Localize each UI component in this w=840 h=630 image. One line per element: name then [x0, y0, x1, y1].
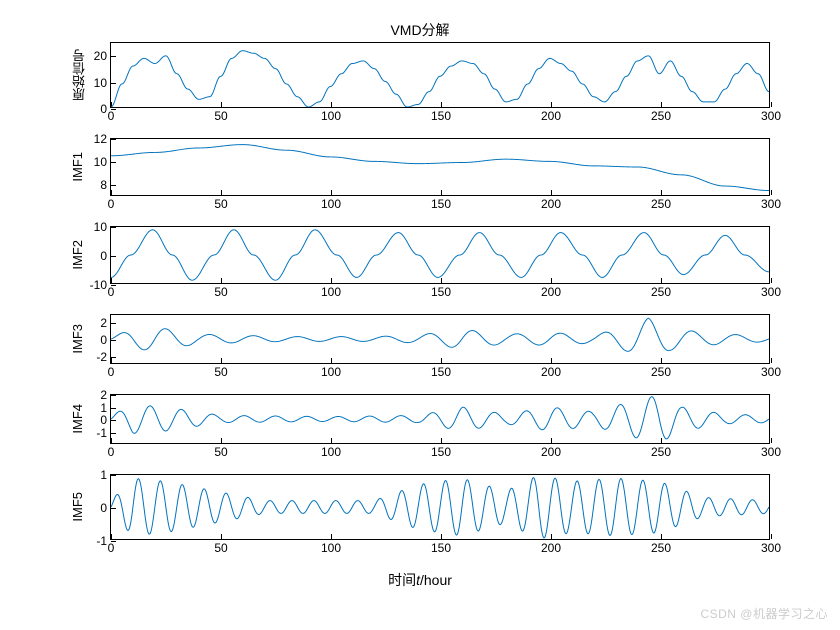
- plot-area: 81012050100150200250300: [110, 138, 770, 196]
- y-tick: 0: [100, 501, 107, 515]
- x-tick: 200: [541, 365, 561, 379]
- x-tick: 200: [541, 109, 561, 123]
- x-tick: 100: [321, 197, 341, 211]
- y-tick: 8: [100, 178, 107, 192]
- x-tick: 250: [651, 541, 671, 555]
- y-tick: 2: [100, 316, 107, 330]
- y-tick: 20: [94, 49, 107, 63]
- y-tick: 1: [100, 468, 107, 482]
- x-tick: 200: [541, 285, 561, 299]
- x-axis-label: 时间t/hour: [70, 570, 770, 590]
- y-tick: 1: [100, 401, 107, 415]
- y-tick: -1: [96, 534, 107, 548]
- y-tick: 0: [100, 413, 107, 427]
- x-tick: 150: [431, 285, 451, 299]
- x-tick: 0: [108, 285, 115, 299]
- plot-area: -10010050100150200250300: [110, 226, 770, 284]
- figure: VMD分解 原始信号01020050100150200250300IMF1810…: [70, 20, 770, 600]
- x-tick: 250: [651, 285, 671, 299]
- plot-area: 01020050100150200250300: [110, 42, 770, 108]
- plot-area: -1012050100150200250300: [110, 394, 770, 444]
- y-tick: -10: [90, 278, 107, 292]
- data-line: [111, 51, 769, 107]
- x-tick: 50: [214, 541, 227, 555]
- x-tick: 300: [761, 541, 781, 555]
- data-line: [111, 318, 769, 351]
- x-tick: 200: [541, 197, 561, 211]
- x-tick: 150: [431, 541, 451, 555]
- x-tick: 150: [431, 109, 451, 123]
- subplot-2: IMF181012050100150200250300: [70, 138, 770, 196]
- x-tick: 250: [651, 197, 671, 211]
- subplot-3: IMF2-10010050100150200250300: [70, 226, 770, 284]
- data-line: [111, 230, 769, 280]
- data-line: [111, 145, 769, 191]
- x-tick: 150: [431, 197, 451, 211]
- x-tick: 300: [761, 285, 781, 299]
- x-tick: 100: [321, 541, 341, 555]
- panels-container: 原始信号01020050100150200250300IMF1810120501…: [70, 42, 770, 540]
- y-tick: 0: [100, 249, 107, 263]
- plot-area: -202050100150200250300: [110, 314, 770, 364]
- y-tick: 12: [94, 132, 107, 146]
- x-tick: 0: [108, 541, 115, 555]
- y-tick: 0: [100, 333, 107, 347]
- x-tick: 250: [651, 365, 671, 379]
- y-tick: 0: [100, 102, 107, 116]
- x-tick: 50: [214, 109, 227, 123]
- subplot-6: IMF5-101050100150200250300: [70, 474, 770, 540]
- x-tick: 50: [214, 197, 227, 211]
- x-tick: 300: [761, 197, 781, 211]
- chart-title: VMD分解: [70, 20, 770, 40]
- x-tick: 0: [108, 197, 115, 211]
- data-line: [111, 397, 769, 439]
- x-tick: 250: [651, 109, 671, 123]
- x-tick: 300: [761, 365, 781, 379]
- data-line: [111, 478, 769, 538]
- subplot-5: IMF4-1012050100150200250300: [70, 394, 770, 444]
- y-tick: 10: [94, 155, 107, 169]
- x-tick: 100: [321, 445, 341, 459]
- x-tick: 200: [541, 541, 561, 555]
- x-tick: 0: [108, 109, 115, 123]
- x-tick: 50: [214, 445, 227, 459]
- x-tick: 250: [651, 445, 671, 459]
- x-tick: 150: [431, 365, 451, 379]
- y-tick: -1: [96, 426, 107, 440]
- x-tick: 300: [761, 445, 781, 459]
- y-tick: -2: [96, 350, 107, 364]
- y-tick: 10: [94, 76, 107, 90]
- x-tick: 200: [541, 445, 561, 459]
- watermark: CSDN @机器学习之心: [700, 605, 828, 622]
- y-tick: 10: [94, 220, 107, 234]
- x-tick: 300: [761, 109, 781, 123]
- subplot-1: 原始信号01020050100150200250300: [70, 42, 770, 108]
- x-tick: 0: [108, 445, 115, 459]
- x-tick: 50: [214, 285, 227, 299]
- x-tick: 50: [214, 365, 227, 379]
- y-tick: 2: [100, 388, 107, 402]
- x-tick: 100: [321, 285, 341, 299]
- subplot-4: IMF3-202050100150200250300: [70, 314, 770, 364]
- x-tick: 100: [321, 365, 341, 379]
- x-tick: 150: [431, 445, 451, 459]
- plot-area: -101050100150200250300: [110, 474, 770, 540]
- x-tick: 0: [108, 365, 115, 379]
- x-tick: 100: [321, 109, 341, 123]
